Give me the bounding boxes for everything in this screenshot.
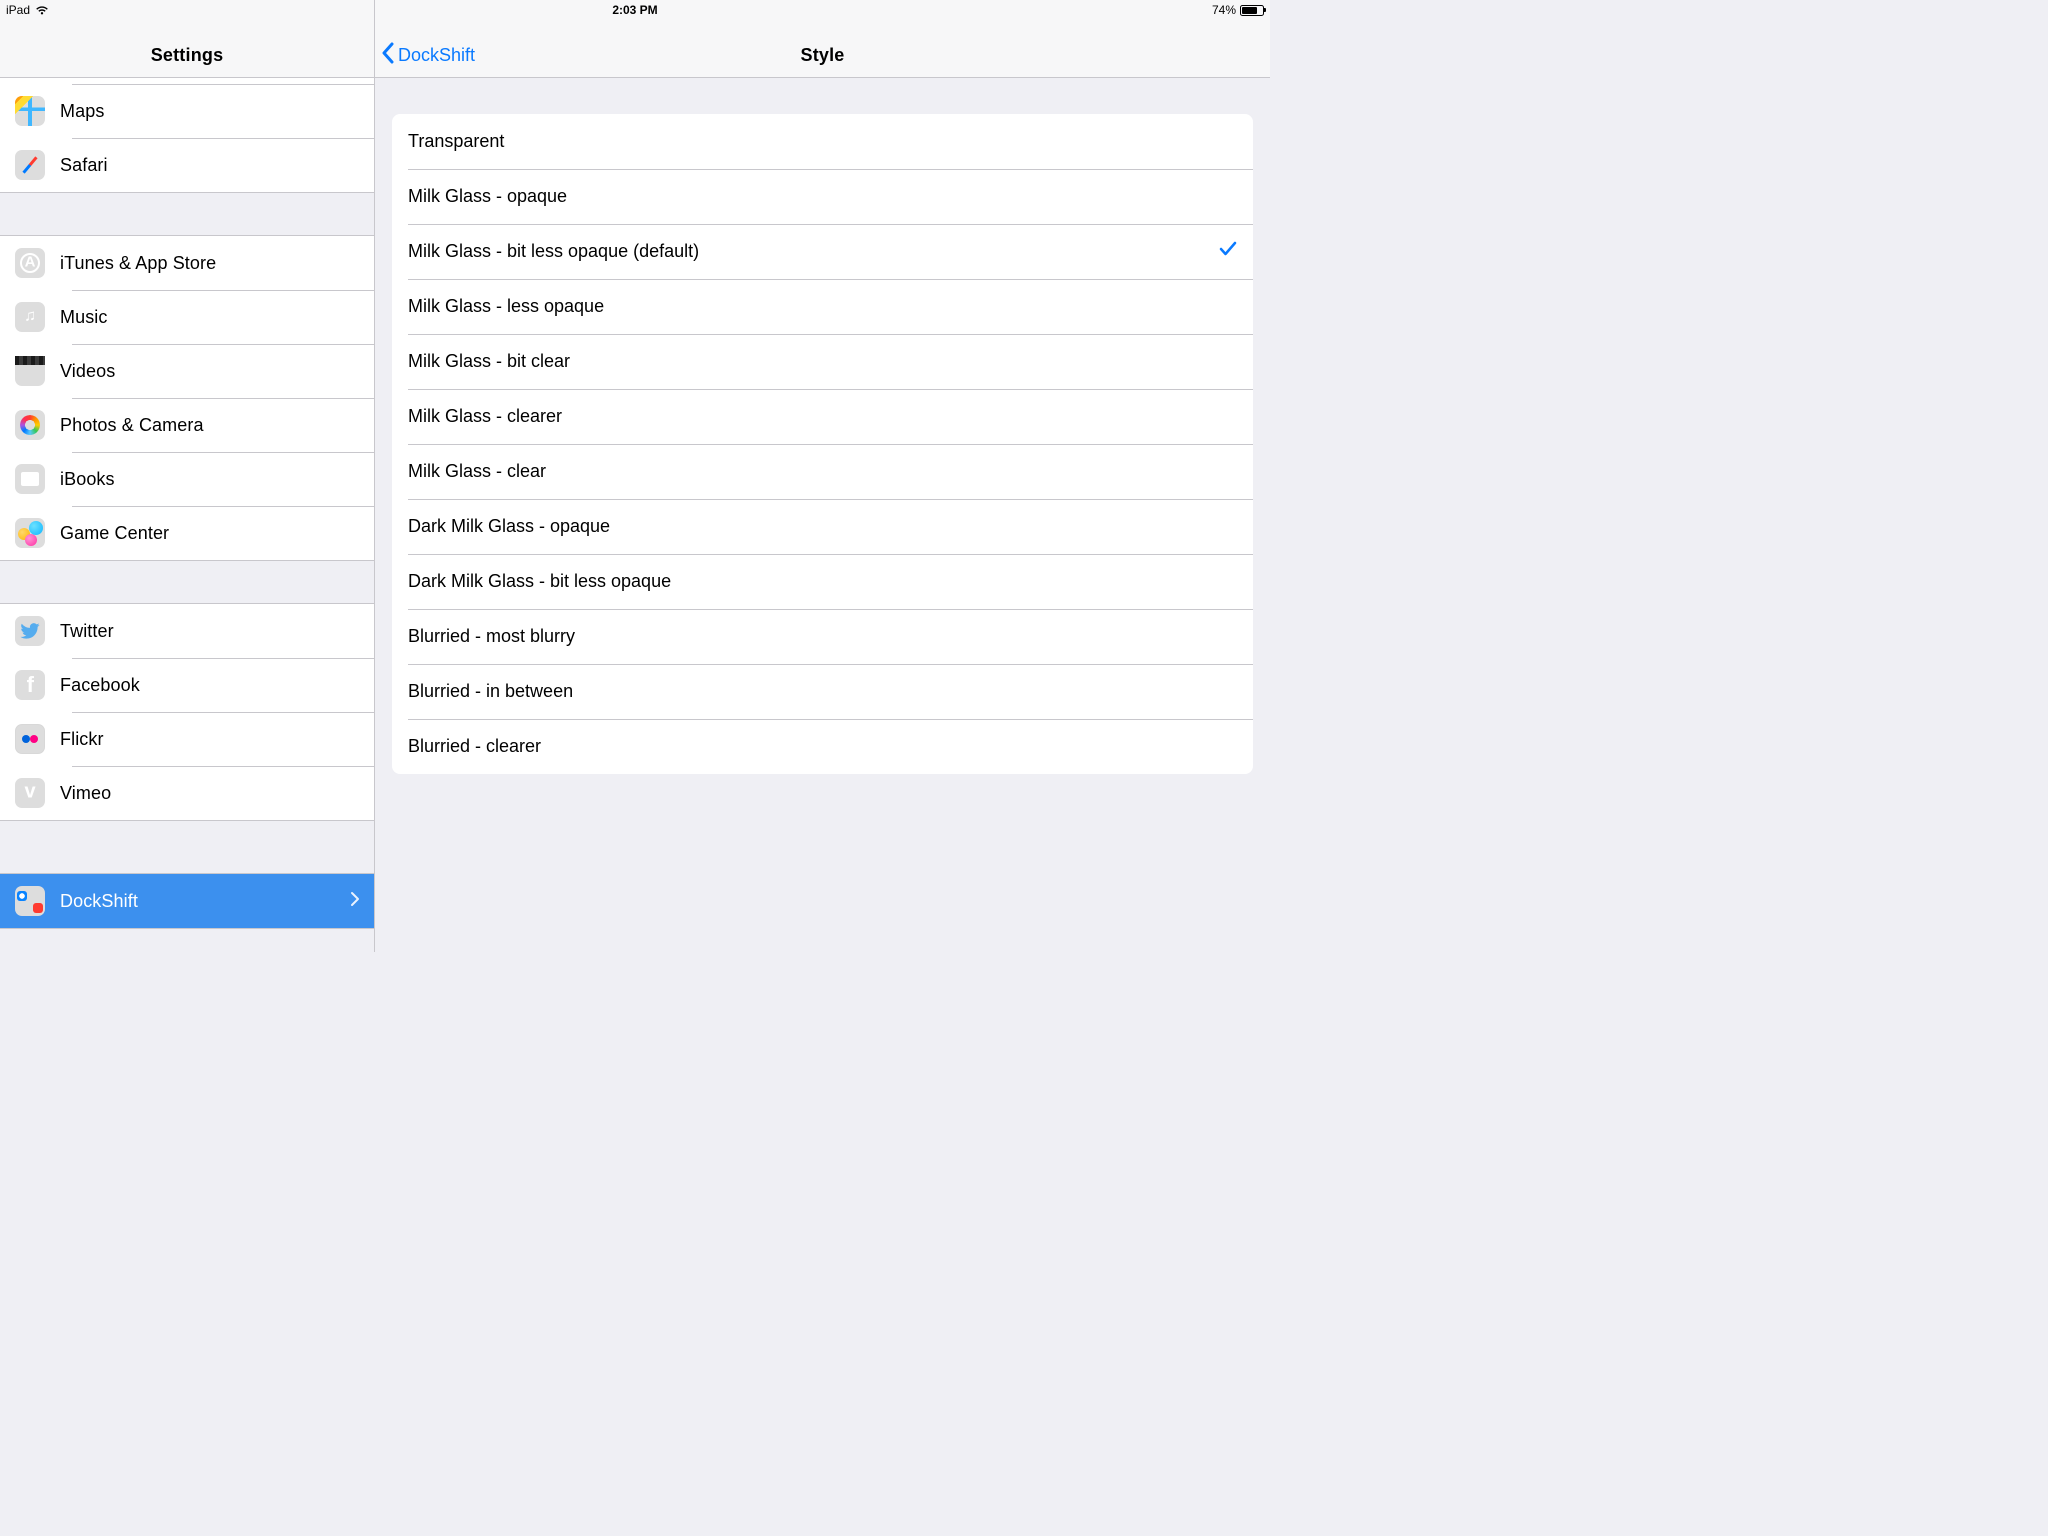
sidebar-item-label: Photos & Camera <box>60 415 204 436</box>
battery-percent: 74% <box>1212 3 1236 17</box>
style-option[interactable]: Milk Glass - clearer <box>392 389 1253 444</box>
style-options-group: Transparent Milk Glass - opaque Milk Glass… <box>392 114 1253 774</box>
style-option[interactable]: Transparent <box>392 114 1253 169</box>
style-option[interactable]: Blurried - clearer <box>392 719 1253 774</box>
sidebar-group: DockShift <box>0 873 374 929</box>
status-bar: iPad 2:03 PM 74% <box>0 0 1270 20</box>
sidebar-item-twitter[interactable]: Twitter <box>0 604 374 658</box>
sidebar-item-vimeo[interactable]: Vimeo <box>0 766 374 820</box>
back-label: DockShift <box>398 45 475 66</box>
style-option-label: Milk Glass - clear <box>408 461 546 482</box>
chevron-left-icon <box>381 42 395 69</box>
sidebar-item-maps[interactable]: Maps <box>0 84 374 138</box>
status-time: 2:03 PM <box>612 3 657 17</box>
sidebar-item-label: Videos <box>60 361 115 382</box>
options-wrap: Transparent Milk Glass - opaque Milk Glass… <box>375 78 1270 774</box>
sidebar-item-photos-camera[interactable]: Photos & Camera <box>0 398 374 452</box>
flickr-icon <box>15 724 45 754</box>
sidebar-gap <box>0 193 374 235</box>
safari-icon <box>15 150 45 180</box>
style-option-label: Blurried - most blurry <box>408 626 575 647</box>
sidebar-item-label: Music <box>60 307 108 328</box>
style-option-label: Transparent <box>408 131 504 152</box>
sidebar-item-facebook[interactable]: Facebook <box>0 658 374 712</box>
device-label: iPad <box>6 3 30 17</box>
sidebar-item-music[interactable]: Music <box>0 290 374 344</box>
style-option-label: Dark Milk Glass - opaque <box>408 516 610 537</box>
sidebar-item-dockshift[interactable]: DockShift <box>0 874 374 928</box>
status-left: iPad <box>6 3 49 17</box>
sidebar-item-label: Facebook <box>60 675 140 696</box>
sidebar-item-videos[interactable]: Videos <box>0 344 374 398</box>
sidebar-list[interactable]: FaceTimeMapsSafariAiTunes & App StoreMus… <box>0 78 374 952</box>
music-icon <box>15 302 45 332</box>
sidebar-item-game-center[interactable]: Game Center <box>0 506 374 560</box>
sidebar-title: Settings <box>151 45 224 66</box>
style-option[interactable]: Dark Milk Glass - bit less opaque <box>392 554 1253 609</box>
back-button[interactable]: DockShift <box>381 42 475 69</box>
sidebar-gap <box>0 821 374 873</box>
battery-icon <box>1240 5 1264 16</box>
style-option-label: Dark Milk Glass - bit less opaque <box>408 571 671 592</box>
videos-icon <box>15 356 45 386</box>
checkmark-icon <box>1219 241 1237 262</box>
style-option-label: Milk Glass - bit clear <box>408 351 570 372</box>
style-option[interactable]: Milk Glass - bit less opaque (default) <box>392 224 1253 279</box>
dockshift-icon <box>15 886 45 916</box>
sidebar-item-safari[interactable]: Safari <box>0 138 374 192</box>
sidebar-item-ibooks[interactable]: iBooks <box>0 452 374 506</box>
vimeo-icon <box>15 778 45 808</box>
style-option-label: Milk Glass - opaque <box>408 186 567 207</box>
sidebar-item-itunes-appstore[interactable]: AiTunes & App Store <box>0 236 374 290</box>
style-option[interactable]: Milk Glass - bit clear <box>392 334 1253 389</box>
chevron-right-icon <box>350 891 360 912</box>
sidebar-item-label: DockShift <box>60 891 138 912</box>
sidebar-group: Twitter Facebook Flickr Vimeo <box>0 603 374 821</box>
settings-sidebar: Settings FaceTimeMapsSafariAiTunes & App… <box>0 0 375 952</box>
style-option[interactable]: Milk Glass - opaque <box>392 169 1253 224</box>
ibooks-icon <box>15 464 45 494</box>
style-option[interactable]: Milk Glass - clear <box>392 444 1253 499</box>
sidebar-item-label: Flickr <box>60 729 104 750</box>
style-option-label: Blurried - in between <box>408 681 573 702</box>
sidebar-item-label: Maps <box>60 101 104 122</box>
sidebar-item-flickr[interactable]: Flickr <box>0 712 374 766</box>
sidebar-item-label: Vimeo <box>60 783 111 804</box>
sidebar-item-label: iTunes & App Store <box>60 253 216 274</box>
style-option[interactable]: Blurried - in between <box>392 664 1253 719</box>
style-option-label: Milk Glass - less opaque <box>408 296 604 317</box>
style-option-label: Milk Glass - clearer <box>408 406 562 427</box>
style-option[interactable]: Dark Milk Glass - opaque <box>392 499 1253 554</box>
twitter-icon <box>15 616 45 646</box>
maps-icon <box>15 96 45 126</box>
sidebar-item-label: Safari <box>60 155 108 176</box>
photos-camera-icon <box>15 410 45 440</box>
itunes-appstore-icon: A <box>15 248 45 278</box>
sidebar-group: FaceTimeMapsSafari <box>0 78 374 193</box>
sidebar-group: AiTunes & App Store Music Videos Photos & C… <box>0 235 374 561</box>
detail-pane: DockShift Style Transparent Milk Glass - … <box>375 0 1270 952</box>
style-option-label: Blurried - clearer <box>408 736 541 757</box>
facebook-icon <box>15 670 45 700</box>
sidebar-item-label: iBooks <box>60 469 115 490</box>
sidebar-item-label: Twitter <box>60 621 114 642</box>
sidebar-item-label: Game Center <box>60 523 169 544</box>
style-option[interactable]: Milk Glass - less opaque <box>392 279 1253 334</box>
style-option[interactable]: Blurried - most blurry <box>392 609 1253 664</box>
screen: iPad 2:03 PM 74% Settings FaceTimeMapsSa… <box>0 0 1270 952</box>
sidebar-gap <box>0 929 374 952</box>
detail-title: Style <box>800 45 844 66</box>
game-center-icon <box>15 518 45 548</box>
sidebar-gap <box>0 561 374 603</box>
status-right: 74% <box>1212 3 1264 17</box>
style-option-label: Milk Glass - bit less opaque (default) <box>408 241 699 262</box>
wifi-icon <box>35 5 49 16</box>
